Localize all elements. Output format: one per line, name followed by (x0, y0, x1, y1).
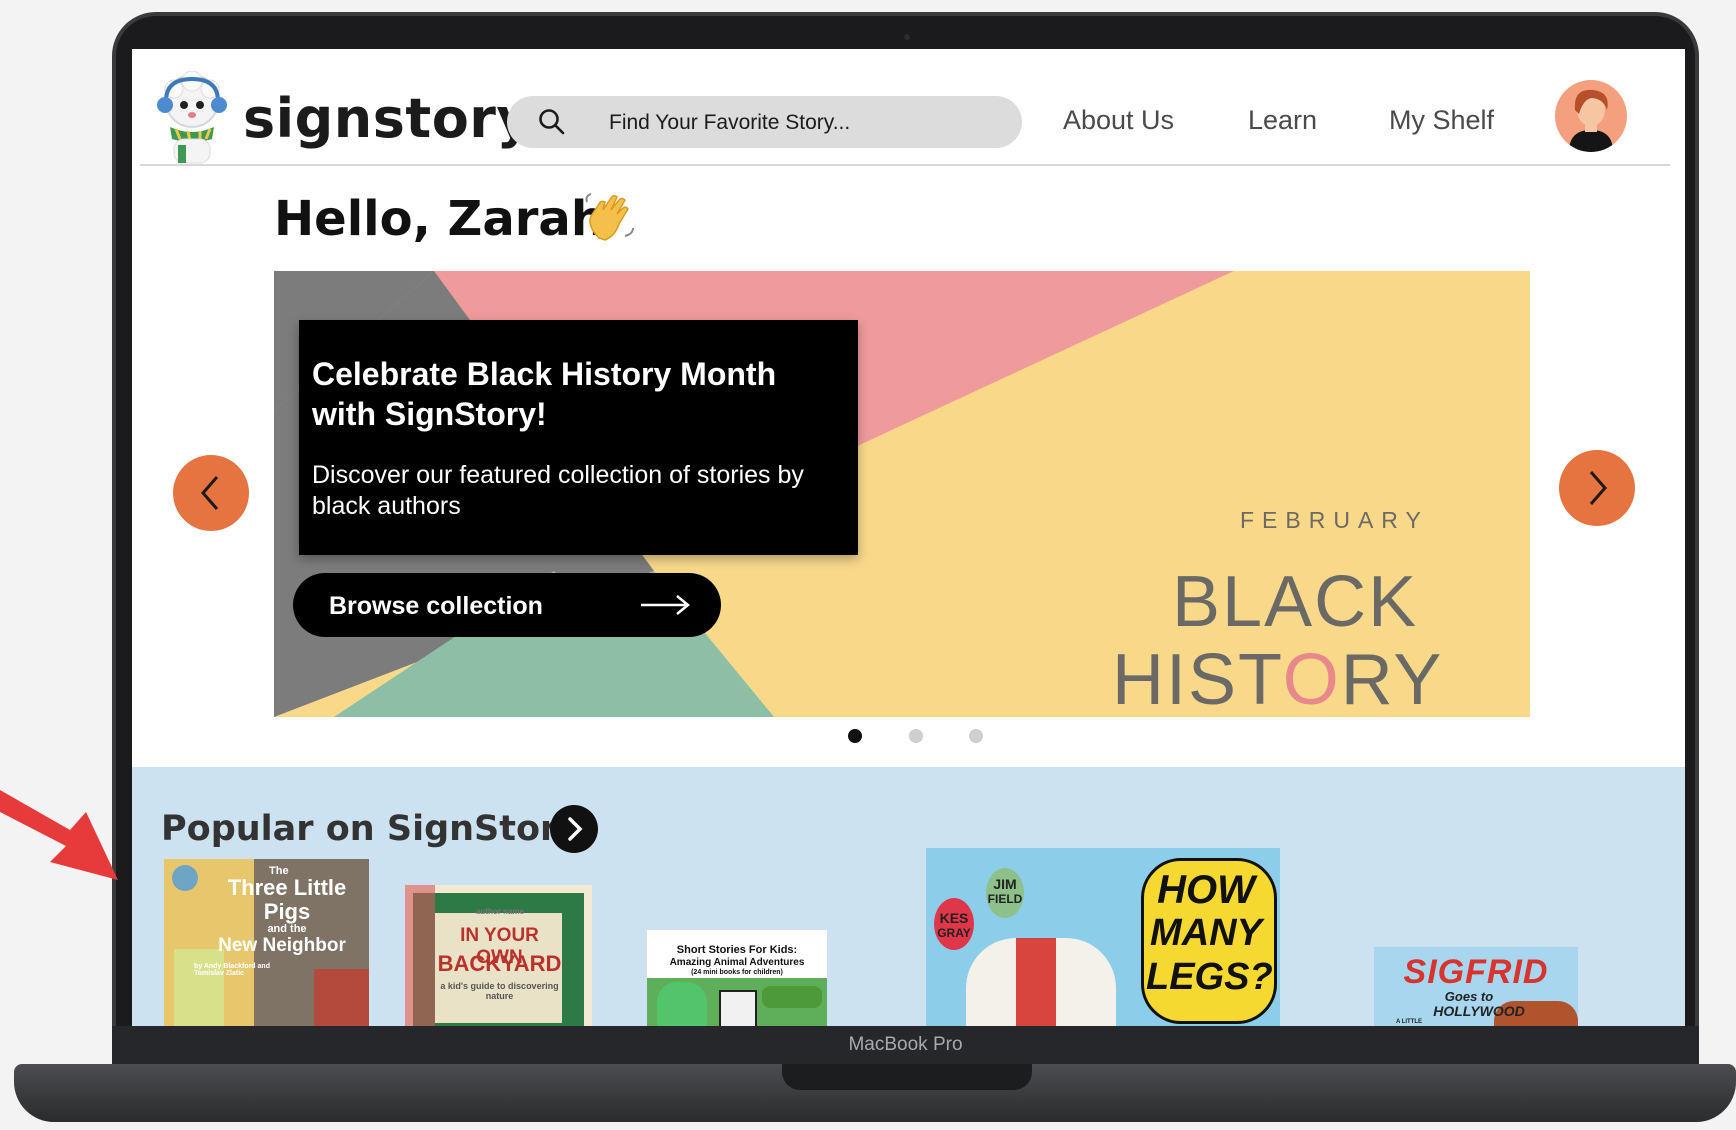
book-3-text: (24 mini books for children) (691, 969, 783, 976)
book-1-text: Three Little (227, 875, 347, 900)
hero-text-card: Celebrate Black History Month with SignS… (299, 320, 858, 555)
nav-about-us[interactable]: About Us (1063, 105, 1174, 136)
book-4-text: GRAY (937, 926, 971, 940)
sheep-mascot-logo-icon (157, 71, 227, 164)
book-cover-in-your-own-backyard[interactable]: author name IN YOUR OWN BACKYARD a kid's… (405, 885, 592, 1026)
banner-history-text: HISTORY (1112, 639, 1443, 717)
book-2-text: author name (475, 907, 524, 916)
banner-black-text: BLACK (1172, 562, 1419, 642)
carousel-dot-3[interactable] (969, 729, 983, 743)
webcam-dot (904, 34, 910, 40)
book-4-text: JIM (993, 876, 1017, 892)
carousel-dot-1[interactable] (848, 729, 862, 743)
nav-my-shelf[interactable]: My Shelf (1389, 105, 1494, 136)
browse-collection-button[interactable]: Browse collection (293, 573, 721, 637)
user-avatar[interactable] (1555, 80, 1627, 152)
book-1-text: Pigs (263, 899, 311, 924)
book-1-text: by Andy Blackford and Tomislav Zlatic (194, 963, 270, 977)
book-4-text: LEGS? (1146, 956, 1273, 998)
nav-learn[interactable]: Learn (1248, 105, 1317, 136)
book-cover-how-many-legs[interactable]: JIM FIELD KES GRAY HOW MANY LEGS? (926, 848, 1280, 1026)
hero-banner: Celebrate Black History Month with SignS… (274, 271, 1530, 717)
popular-section: Popular on SignStory The Three Little Pi… (132, 767, 1685, 1026)
header-divider (140, 164, 1670, 166)
search-icon[interactable] (537, 107, 567, 137)
book-4-text: HOW (1157, 868, 1255, 912)
hero-description: Discover our featured collection of stor… (312, 461, 804, 520)
greeting-heading: Hello, Zarah (274, 191, 605, 247)
search-bar[interactable] (507, 96, 1022, 150)
popular-see-more-button[interactable] (550, 805, 598, 853)
book-5-text: HOLLYWOOD (1433, 1003, 1525, 1019)
book-cover-three-little-pigs[interactable]: The Three Little Pigs and the New Neighb… (164, 859, 369, 1026)
banner-month-text: FEBRUARY (1240, 507, 1429, 533)
device-label: MacBook Pro (848, 1034, 963, 1055)
chevron-right-icon (1589, 471, 1607, 505)
search-input[interactable] (607, 96, 1011, 150)
laptop-notch (782, 1064, 1032, 1090)
book-3-text: Amazing Animal Adventures (669, 957, 805, 968)
banner-history-o: O (1282, 640, 1341, 717)
book-1-text: and the (267, 923, 307, 935)
book-cover-sigfrid-goes-to-hollywood[interactable]: SIGFRID Goes to HOLLYWOOD A LITTLE (1374, 947, 1578, 1026)
book-3-text: Short Stories For Kids: (676, 944, 798, 956)
arrow-right-icon (641, 595, 690, 615)
book-5-text: A LITTLE (1395, 1019, 1423, 1025)
book-1-text: New Neighbor (218, 935, 346, 956)
carousel-dot-2[interactable] (909, 729, 923, 743)
chevron-left-icon (201, 476, 219, 510)
browse-collection-label: Browse collection (329, 592, 543, 620)
book-5-text: Goes to (1444, 989, 1494, 1004)
banner-history-part1: HIST (1112, 640, 1283, 717)
book-4-text: MANY (1150, 912, 1262, 954)
book-2-text: BACKYARD (437, 951, 562, 976)
carousel-prev-button[interactable] (173, 455, 249, 531)
book-5-text: SIGFRID (1403, 953, 1549, 991)
waving-hand-icon (585, 193, 634, 241)
chevron-right-icon (568, 817, 583, 841)
browser-screen: signstory About Us Learn My Shelf Hello,… (132, 49, 1685, 1026)
site-logo-text[interactable]: signstory (243, 87, 532, 150)
banner-history-part2: RY (1340, 640, 1444, 717)
site-header: signstory About Us Learn My Shelf (132, 49, 1685, 169)
red-pointer-arrow-icon (0, 790, 118, 880)
book-cover-short-stories-for-kids[interactable]: Short Stories For Kids: Amazing Animal A… (647, 930, 827, 1026)
hero-title: Celebrate Black History Month with SignS… (312, 356, 777, 432)
book-2-text: a kid's guide to discovering nature (440, 981, 559, 1001)
popular-heading: Popular on SignStory (161, 809, 581, 849)
carousel-next-button[interactable] (1559, 450, 1635, 526)
book-4-text: FIELD (987, 892, 1023, 906)
book-4-text: KES (939, 910, 969, 926)
avatar-illustration-icon (1555, 80, 1627, 152)
